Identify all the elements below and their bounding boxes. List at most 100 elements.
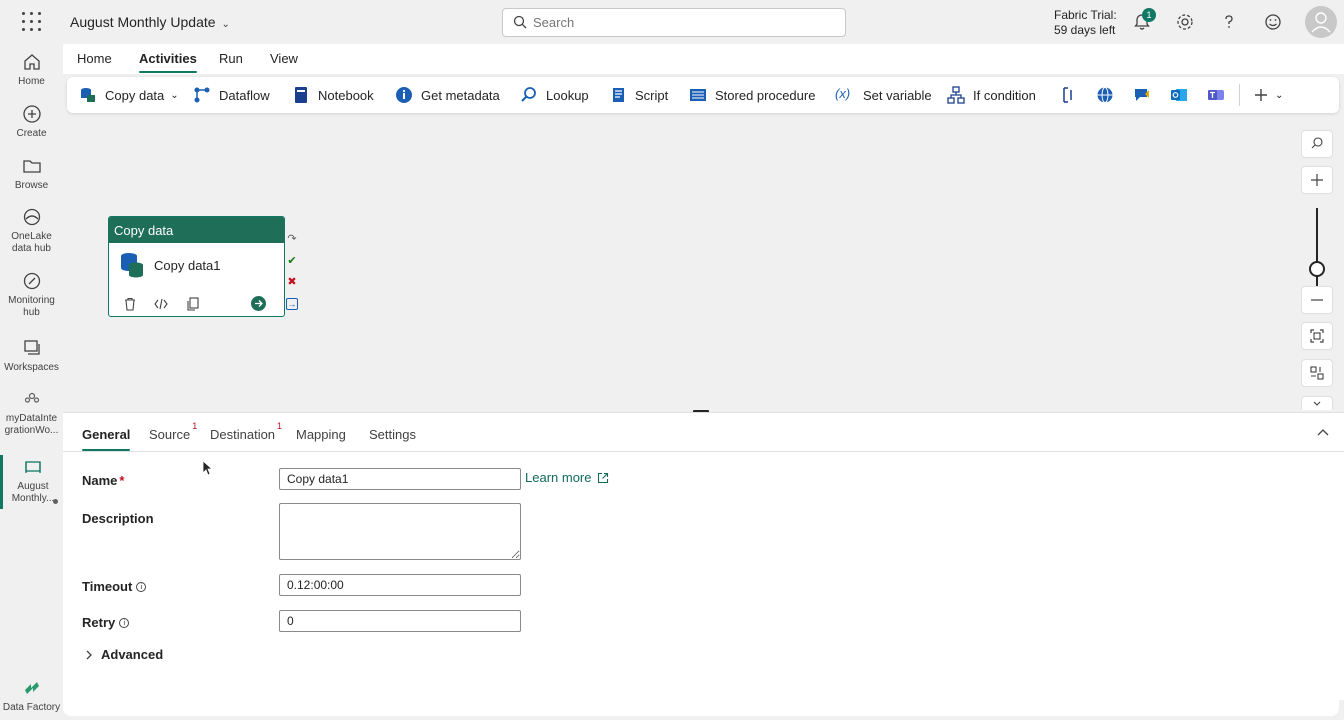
set-variable-label: Set variable xyxy=(863,87,932,103)
gear-icon[interactable] xyxy=(1175,12,1195,32)
if-condition-icon xyxy=(947,86,965,104)
mouse-pointer-icon xyxy=(202,460,212,476)
rail-item-data-factory[interactable]: Data Factory xyxy=(0,678,63,714)
info-icon[interactable]: i xyxy=(119,618,130,628)
person-icon xyxy=(1311,12,1331,33)
advanced-label: Advanced xyxy=(101,647,164,662)
outlook-button[interactable] xyxy=(1170,85,1196,105)
tab-view[interactable]: View xyxy=(270,51,298,66)
auto-align-button[interactable] xyxy=(1301,359,1333,387)
tab-destination-label: Destination xyxy=(210,427,276,442)
teams-button[interactable] xyxy=(1207,85,1233,105)
trash-icon[interactable] xyxy=(123,297,137,311)
skip-port-icon[interactable]: ↷ xyxy=(286,233,298,245)
feedback-smiley-icon[interactable] xyxy=(1263,12,1283,32)
notebook-button[interactable]: Notebook xyxy=(292,85,374,105)
foreach-button[interactable] xyxy=(1059,85,1085,105)
stored-procedure-button[interactable]: Stored procedure xyxy=(689,85,815,105)
rail-label: OneLake data hub xyxy=(11,231,52,254)
error-count-badge: 1 xyxy=(277,421,283,431)
rail-item-onelake[interactable]: OneLake data hub xyxy=(0,207,63,255)
pipeline-canvas[interactable]: Copy data Copy data1 ↷ ✔ ✖ → xyxy=(63,116,1344,410)
web-button[interactable] xyxy=(1096,85,1122,105)
add-activity-button[interactable]: ⌄ xyxy=(1253,85,1283,105)
search-icon xyxy=(513,15,527,29)
avatar[interactable] xyxy=(1305,6,1337,38)
pipeline-icon xyxy=(25,461,41,473)
tab-settings[interactable]: Settings xyxy=(369,427,416,442)
retry-input[interactable] xyxy=(279,610,521,632)
canvas-more-button[interactable] xyxy=(1301,396,1333,410)
zoom-controls xyxy=(1301,130,1333,410)
learn-more-link[interactable]: Learn more xyxy=(525,470,609,485)
activity-node-copy-data[interactable]: Copy data Copy data1 xyxy=(108,216,285,317)
dataflow-button[interactable]: Dataflow xyxy=(193,85,270,105)
timeout-label: Timeout i xyxy=(82,579,147,594)
item-title: August Monthly Update xyxy=(70,14,216,30)
info-icon xyxy=(396,87,412,103)
properties-pane: General Source 1 Destination 1 Mapping Set… xyxy=(63,412,1344,700)
advanced-expander[interactable]: Advanced xyxy=(85,647,163,662)
rail-item-monitoring[interactable]: Monitoring hub xyxy=(0,271,63,319)
fit-screen-icon xyxy=(1310,329,1324,343)
teams-icon xyxy=(1208,90,1224,100)
toolbar-divider xyxy=(1239,84,1240,106)
copy-data-button[interactable]: Copy data ⌄ xyxy=(79,85,179,105)
fail-port-icon[interactable]: ✖ xyxy=(286,276,298,288)
canvas-search-button[interactable] xyxy=(1301,130,1333,158)
outlook-icon xyxy=(1171,89,1187,101)
tab-activities[interactable]: Activities xyxy=(139,51,197,73)
tab-source[interactable]: Source 1 xyxy=(149,421,197,442)
required-marker: * xyxy=(119,473,125,488)
info-icon[interactable]: i xyxy=(136,582,147,592)
tab-mapping[interactable]: Mapping xyxy=(296,427,346,442)
trial-status[interactable]: Fabric Trial: 59 days left xyxy=(1054,8,1117,38)
copy-data-icon xyxy=(81,88,95,102)
if-condition-button[interactable]: If condition xyxy=(947,85,1036,105)
chevron-up-icon[interactable] xyxy=(1316,427,1330,437)
left-nav-rail: Home Create Browse OneLake data hub Moni… xyxy=(0,44,63,720)
globe-icon xyxy=(1097,87,1113,103)
lookup-icon xyxy=(521,87,536,102)
data-factory-icon xyxy=(24,682,39,694)
arrow-right-icon[interactable] xyxy=(251,296,266,311)
name-label-text: Name xyxy=(82,473,118,488)
rail-item-browse[interactable]: Browse xyxy=(0,156,63,192)
app-launcher-icon[interactable] xyxy=(22,12,42,32)
code-icon[interactable] xyxy=(154,297,168,311)
tab-general[interactable]: General xyxy=(82,427,131,451)
search-box[interactable] xyxy=(502,8,846,37)
chevron-down-icon: ⌄ xyxy=(221,19,230,30)
zoom-out-button[interactable] xyxy=(1301,286,1333,314)
get-metadata-button[interactable]: Get metadata xyxy=(395,85,500,105)
description-textarea[interactable] xyxy=(279,503,521,560)
item-title-dropdown[interactable]: August Monthly Update ⌄ xyxy=(70,14,230,30)
tab-destination[interactable]: Destination 1 xyxy=(210,421,282,442)
rail-item-create[interactable]: Create xyxy=(0,104,63,140)
name-input[interactable] xyxy=(279,468,521,490)
success-port-icon[interactable]: ✔ xyxy=(286,255,298,267)
completion-port-icon[interactable]: → xyxy=(286,298,298,310)
copy-icon[interactable] xyxy=(186,297,200,311)
folder-icon xyxy=(22,160,41,173)
rail-item-workspaces[interactable]: Workspaces xyxy=(0,338,63,374)
tab-run[interactable]: Run xyxy=(219,51,243,66)
error-count-badge: 1 xyxy=(192,421,198,431)
rail-item-my-workspace[interactable]: myDataIntegrationWo... xyxy=(0,389,63,437)
webhook-button[interactable] xyxy=(1133,85,1159,105)
help-icon[interactable] xyxy=(1219,12,1239,32)
tab-home[interactable]: Home xyxy=(77,51,112,66)
tab-source-label: Source xyxy=(149,427,191,442)
zoom-in-button[interactable] xyxy=(1301,166,1333,194)
home-icon xyxy=(23,54,40,70)
zoom-slider-thumb[interactable] xyxy=(1309,261,1325,277)
chevron-down-icon: ⌄ xyxy=(170,89,179,101)
rail-label: August Monthly... xyxy=(11,481,55,504)
timeout-input[interactable] xyxy=(279,574,521,596)
search-input[interactable] xyxy=(533,12,833,33)
script-button[interactable]: Script xyxy=(609,85,668,105)
set-variable-button[interactable]: (x) Set variable xyxy=(835,85,932,105)
fit-to-screen-button[interactable] xyxy=(1301,322,1333,350)
rail-item-home[interactable]: Home xyxy=(0,52,63,88)
lookup-button[interactable]: Lookup xyxy=(520,85,589,105)
